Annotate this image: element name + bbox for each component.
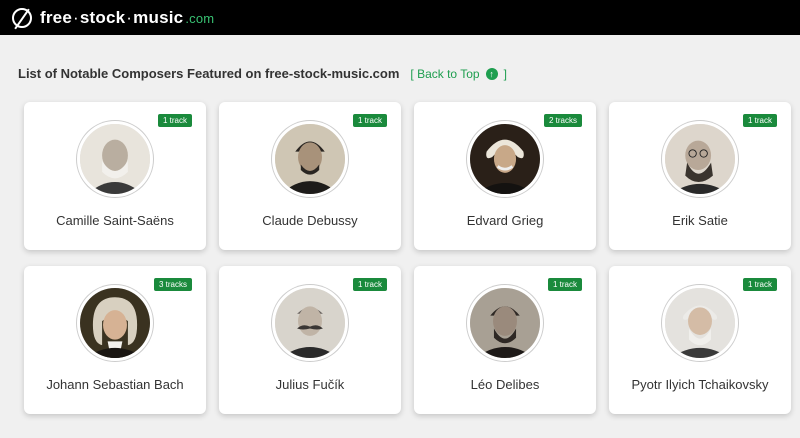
track-count-badge: 3 tracks bbox=[153, 278, 192, 291]
composer-name[interactable]: Claude Debussy bbox=[262, 213, 357, 228]
heading-row: List of Notable Composers Featured on fr… bbox=[18, 66, 507, 81]
composer-card[interactable]: 1 track Julius Fučík bbox=[219, 266, 401, 414]
logo-separator: · bbox=[126, 7, 133, 27]
logo-word: stock bbox=[79, 7, 126, 27]
composer-portrait[interactable] bbox=[467, 285, 543, 361]
composer-name[interactable]: Johann Sebastian Bach bbox=[46, 377, 183, 392]
composer-portrait[interactable] bbox=[467, 121, 543, 197]
composer-name[interactable]: Léo Delibes bbox=[471, 377, 540, 392]
composer-portrait[interactable] bbox=[272, 285, 348, 361]
composer-card[interactable]: 1 track Pyotr Ilyich Tchaikovsky bbox=[609, 266, 791, 414]
composer-name[interactable]: Erik Satie bbox=[672, 213, 728, 228]
composer-card[interactable]: 2 tracks Edvard Grieg bbox=[414, 102, 596, 250]
composer-card[interactable]: 1 track Erik Satie bbox=[609, 102, 791, 250]
composer-name[interactable]: Edvard Grieg bbox=[467, 213, 544, 228]
logo-icon[interactable] bbox=[12, 7, 32, 28]
back-to-top-link[interactable]: [ Back to Top ↑ ] bbox=[410, 67, 507, 81]
composer-card[interactable]: 1 track Léo Delibes bbox=[414, 266, 596, 414]
logo-separator: · bbox=[73, 7, 79, 27]
composer-card[interactable]: 1 track Camille Saint-Saëns bbox=[24, 102, 206, 250]
back-to-top-label: [ Back to Top bbox=[410, 67, 480, 81]
composer-name[interactable]: Julius Fučík bbox=[276, 377, 345, 392]
track-count-badge: 1 track bbox=[742, 114, 777, 127]
back-to-top-bracket: ] bbox=[503, 67, 507, 81]
composer-portrait[interactable] bbox=[662, 121, 738, 197]
composer-card[interactable]: 1 track Claude Debussy bbox=[219, 102, 401, 250]
logo-word: music bbox=[133, 7, 184, 27]
page-title: List of Notable Composers Featured on fr… bbox=[18, 66, 400, 81]
track-count-badge: 1 track bbox=[547, 278, 582, 291]
track-count-badge: 1 track bbox=[157, 114, 192, 127]
top-bar: free·stock·music .com bbox=[0, 0, 800, 35]
track-count-badge: 1 track bbox=[352, 278, 387, 291]
track-count-badge: 1 track bbox=[352, 114, 387, 127]
logo-tld: .com bbox=[185, 10, 215, 26]
composer-portrait[interactable] bbox=[272, 121, 348, 197]
composer-name[interactable]: Pyotr Ilyich Tchaikovsky bbox=[631, 377, 768, 392]
site-logo[interactable]: free·stock·music .com bbox=[40, 8, 214, 28]
arrow-up-icon: ↑ bbox=[485, 68, 498, 80]
composer-portrait[interactable] bbox=[77, 285, 153, 361]
track-count-badge: 1 track bbox=[742, 278, 777, 291]
composer-name[interactable]: Camille Saint-Saëns bbox=[56, 213, 174, 228]
composer-grid: 1 track Camille Saint-Saëns 1 track Clau… bbox=[24, 102, 791, 414]
composer-portrait[interactable] bbox=[662, 285, 738, 361]
logo-word: free bbox=[40, 7, 72, 27]
track-count-badge: 2 tracks bbox=[543, 114, 582, 127]
composer-portrait[interactable] bbox=[77, 121, 153, 197]
composer-card[interactable]: 3 tracks Johann Sebastian Bach bbox=[24, 266, 206, 414]
